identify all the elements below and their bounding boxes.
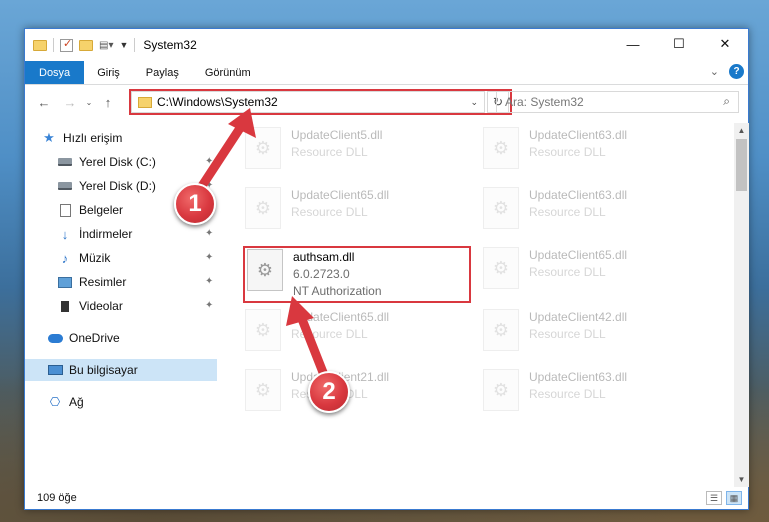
annotation-badge-2: 2 [308,371,350,413]
arrow-to-file [286,296,331,385]
annotation-badge-1: 1 [174,183,216,225]
annotation-arrows [197,108,331,385]
arrow-to-address-bar [197,108,256,191]
